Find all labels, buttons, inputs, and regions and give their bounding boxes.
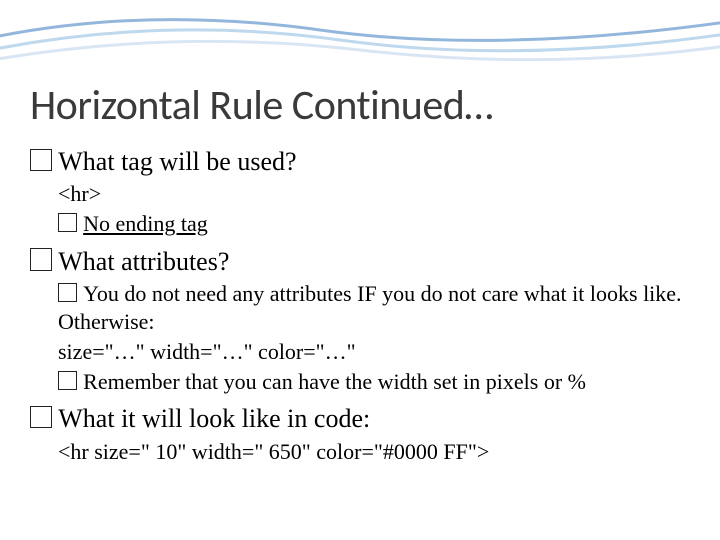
slide-title: Horizontal Rule Continued…	[30, 80, 690, 131]
bullet-box-icon	[30, 406, 52, 428]
bullet-l1-look-like: What it will look like in code:	[30, 402, 690, 435]
bullet-box-icon	[58, 213, 77, 232]
slide-body: Horizontal Rule Continued… What tag will…	[30, 80, 690, 466]
bullet-l2-no-ending: No ending tag	[58, 210, 690, 238]
text: What attributes?	[58, 247, 229, 276]
code-attr-list: size="…" width="…" color="…"	[58, 338, 690, 366]
bullet-box-icon	[30, 149, 52, 171]
code-hr-full: <hr size=" 10" width=" 650" color="#0000…	[58, 438, 690, 466]
bullet-box-icon	[58, 371, 77, 390]
text: No ending tag	[83, 211, 208, 236]
bullet-box-icon	[58, 283, 77, 302]
text: What it will look like in code:	[58, 404, 370, 433]
bullet-box-icon	[30, 248, 52, 270]
bullet-l2-attr-explain: You do not need any attributes IF you do…	[58, 280, 690, 336]
text: You do not need any attributes IF you do…	[58, 281, 682, 334]
decorative-wave	[0, 0, 720, 80]
code-hr-tag: <hr>	[58, 180, 690, 208]
bullet-l1-what-tag: What tag will be used?	[30, 145, 690, 178]
bullet-l1-what-attr: What attributes?	[30, 245, 690, 278]
text: Remember that you can have the width set…	[83, 369, 586, 394]
text: What tag will be used?	[58, 147, 296, 176]
bullet-l2-remember: Remember that you can have the width set…	[58, 368, 690, 396]
